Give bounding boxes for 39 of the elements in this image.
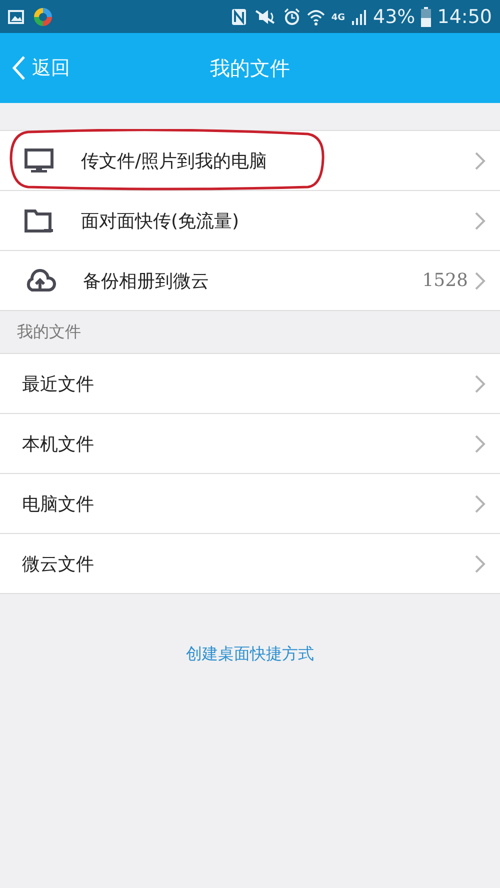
alarm-icon xyxy=(283,8,302,26)
monitor-icon xyxy=(24,148,54,174)
nfc-icon xyxy=(231,8,248,26)
chevron-icon xyxy=(474,434,486,454)
item-label: 备份相册到微云 xyxy=(83,270,210,292)
list-item[interactable]: 电脑文件 xyxy=(0,474,500,534)
back-icon xyxy=(12,55,26,81)
chevron-icon xyxy=(474,150,486,170)
cloud-upload-icon xyxy=(24,268,56,292)
item-label: 本机文件 xyxy=(22,432,95,456)
mute-icon xyxy=(253,8,278,26)
list-item[interactable]: 传文件/照片到我的电脑 xyxy=(0,131,500,191)
item-label: 电脑文件 xyxy=(22,492,95,516)
chevron-icon xyxy=(474,554,486,574)
clock: 14:50 xyxy=(437,6,492,28)
section-header: 我的文件 xyxy=(16,321,82,343)
page-title: 我的文件 xyxy=(210,54,290,82)
chevron-icon xyxy=(474,494,486,514)
item-label: 传文件/照片到我的电脑 xyxy=(81,150,268,172)
list-item[interactable]: 面对面快传(免流量) xyxy=(0,191,500,251)
gallery-icon xyxy=(8,10,24,24)
folder-icon xyxy=(24,208,54,232)
item-label: 微云文件 xyxy=(22,552,95,576)
chevron-icon xyxy=(474,270,486,290)
item-label: 最近文件 xyxy=(22,372,95,396)
chevron-icon xyxy=(474,374,486,394)
battery-icon xyxy=(421,6,432,26)
signal-icon xyxy=(351,8,367,26)
app-icon xyxy=(32,6,54,28)
photo-count: 1528 xyxy=(422,270,468,291)
list-item[interactable]: 本机文件 xyxy=(0,414,500,474)
chevron-icon xyxy=(474,210,486,230)
list-item[interactable]: 微云文件 xyxy=(0,534,500,594)
list-item[interactable]: 备份相册到微云 1528 xyxy=(0,251,500,311)
item-label: 面对面快传(免流量) xyxy=(81,210,240,232)
battery-percent: 43% xyxy=(373,6,416,28)
wifi-icon xyxy=(307,8,326,26)
list-item[interactable]: 最近文件 xyxy=(0,354,500,414)
network-type: 4G xyxy=(331,12,345,22)
